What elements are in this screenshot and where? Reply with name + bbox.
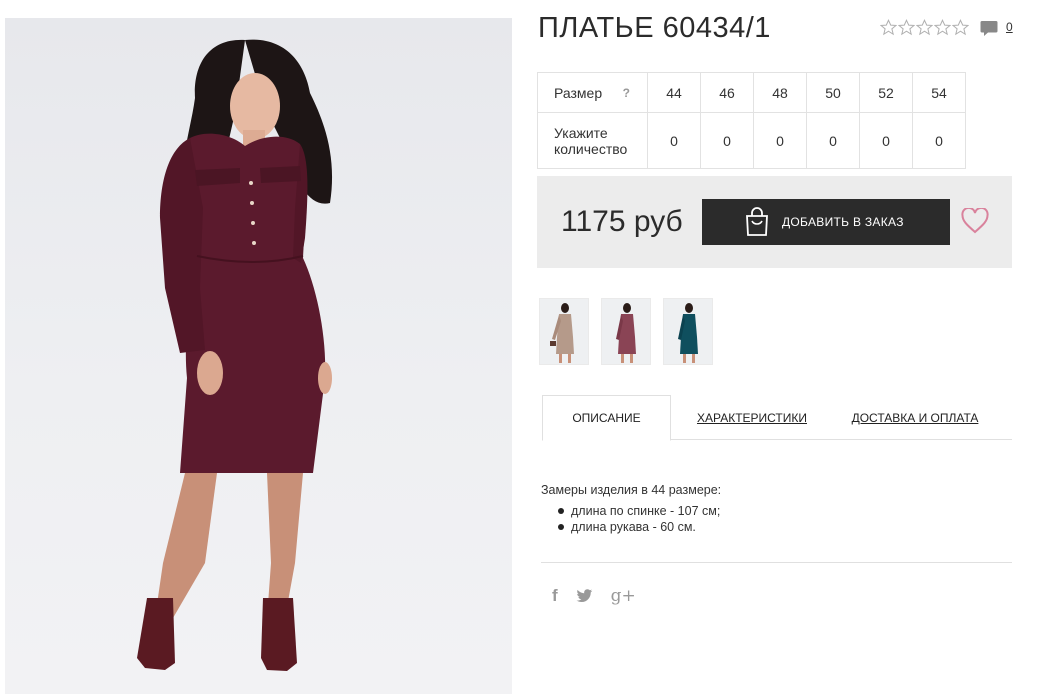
thumbnail-image [550,303,574,363]
social-share: f g+ [552,586,636,606]
quantity-input[interactable]: 0 [700,112,754,169]
size-help-icon[interactable]: ? [623,86,630,100]
quantity-input[interactable]: 0 [859,112,913,169]
tab-characteristics[interactable]: ХАРАКТЕРИСТИКИ [692,395,812,440]
size-cell: 48 [753,72,807,113]
main-product-image[interactable] [5,18,512,694]
size-cell: 54 [912,72,966,113]
thumbnail-beige-dress[interactable] [539,298,589,365]
quantity-input[interactable]: 0 [647,112,701,169]
quantity-input[interactable]: 0 [753,112,807,169]
facebook-icon[interactable]: f [552,586,558,606]
tab-delivery-payment[interactable]: ДОСТАВКА И ОПЛАТА [850,395,980,440]
star-empty-icon[interactable] [952,19,969,36]
size-cell: 52 [859,72,913,113]
description-item: длина рукава - 60 см. [558,519,721,535]
price: 1175 руб [561,205,683,238]
star-empty-icon[interactable] [916,19,933,36]
thumbnail-strip [539,298,713,365]
comments-count[interactable]: 0 [1006,20,1013,34]
quantity-label-cell: Укажите количество [537,112,648,169]
size-row: Размер ? 44 46 48 50 52 54 [537,72,966,113]
thumbnail-image [678,303,698,363]
add-to-order-label: ДОБАВИТЬ В ЗАКАЗ [782,215,904,229]
star-empty-icon[interactable] [934,19,951,36]
google-plus-icon[interactable]: g+ [611,586,636,606]
quantity-input[interactable]: 0 [806,112,860,169]
quantity-row: Укажите количество 0 0 0 0 0 0 [537,112,966,169]
divider [541,562,1012,563]
quantity-label-line1: Укажите [554,124,608,141]
description-item: длина по спинке - 107 см; [558,503,721,519]
thumbnail-teal-dress[interactable] [663,298,713,365]
description-intro: Замеры изделия в 44 размере: [541,483,722,497]
star-empty-icon[interactable] [880,19,897,36]
twitter-icon[interactable] [576,589,593,603]
description-panel: Замеры изделия в 44 размере: длина по сп… [541,482,721,535]
comment-bubble-icon [980,21,998,36]
quantity-label-line2: количество [554,140,628,157]
size-label-cell: Размер ? [537,72,648,113]
size-cell: 46 [700,72,754,113]
thumbnail-image [616,303,636,363]
thumbnail-burgundy-dress[interactable] [601,298,651,365]
size-label: Размер [554,84,603,101]
tab-description[interactable]: ОПИСАНИЕ [542,395,671,441]
rating-stars[interactable] [880,19,969,36]
comments-link[interactable]: 0 [980,20,1013,37]
model-in-dress-illustration [137,39,333,671]
quantity-input[interactable]: 0 [912,112,966,169]
heart-icon[interactable] [961,208,989,234]
description-list: длина по спинке - 107 см; длина рукава -… [541,503,721,535]
size-table: Размер ? 44 46 48 50 52 54 Укажите колич… [537,72,966,169]
size-cell: 50 [806,72,860,113]
product-title: ПЛАТЬЕ 60434/1 [538,12,771,44]
add-to-order-button[interactable]: ДОБАВИТЬ В ЗАКАЗ [702,199,950,245]
shopping-bag-icon [746,207,768,236]
buy-box: 1175 руб ДОБАВИТЬ В ЗАКАЗ [537,176,1012,268]
size-cell: 44 [647,72,701,113]
star-empty-icon[interactable] [898,19,915,36]
product-tabs: ОПИСАНИЕ ХАРАКТЕРИСТИКИ ДОСТАВКА И ОПЛАТ… [542,395,1012,441]
